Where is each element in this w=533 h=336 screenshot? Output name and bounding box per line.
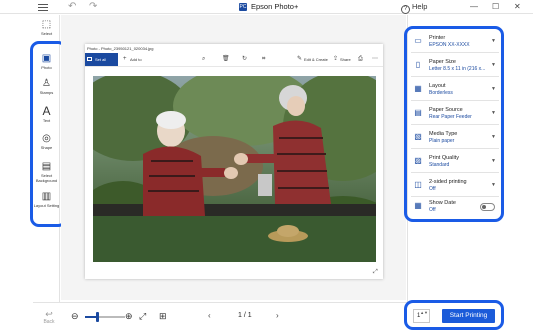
- photo-filename: Photo - Photo_23950121_020034.jpg: [87, 46, 154, 51]
- redo-icon[interactable]: ↷: [89, 0, 97, 14]
- delete-icon[interactable]: 🗑: [222, 53, 230, 66]
- previous-page-icon[interactable]: ‹: [208, 311, 211, 321]
- share-button[interactable]: Share: [340, 53, 351, 66]
- zoom-in-icon[interactable]: ⊕: [125, 311, 133, 321]
- zoom-slider-rest: [97, 316, 125, 318]
- help-icon: ?: [401, 5, 410, 14]
- edit-create-button[interactable]: Edit & Create: [304, 53, 328, 66]
- rotate-icon[interactable]: ↻: [242, 53, 247, 66]
- undo-icon[interactable]: ↶: [68, 0, 76, 14]
- tool-select[interactable]: ⬚ Select: [33, 19, 60, 36]
- next-page-icon[interactable]: ›: [276, 311, 279, 321]
- photos-icon: [87, 57, 92, 61]
- back-label: Back: [43, 319, 55, 325]
- grid-icon[interactable]: ⊞: [159, 311, 167, 321]
- minimize-button[interactable]: —: [470, 0, 478, 14]
- select-icon: ⬚: [41, 19, 52, 30]
- photo-toolbar: Set all photos + Add to ⌕ 🗑 ↻ ⌗ ✎ Edit &…: [85, 53, 383, 75]
- photo-picture: [93, 76, 376, 262]
- set-all-photos-label: Set all photos: [95, 57, 108, 75]
- set-all-photos-button[interactable]: Set all photos: [85, 53, 118, 75]
- help-button[interactable]: ? Help: [401, 0, 427, 14]
- paper-preview: Photo - Photo_23950121_020034.jpg Set al…: [85, 44, 383, 279]
- app-logo: PC: [239, 3, 247, 11]
- print-icon[interactable]: ⎙: [358, 53, 363, 66]
- share-icon[interactable]: ⇪: [333, 53, 338, 66]
- crop-icon[interactable]: ⌗: [262, 53, 265, 66]
- zoom-out-icon[interactable]: ⊖: [71, 311, 79, 321]
- fit-to-window-icon[interactable]: ⤢: [139, 311, 146, 321]
- title-bar: ↶ ↷ PC Epson Photo+ ? Help — ☐ ✕: [0, 0, 533, 14]
- maximize-button[interactable]: ☐: [492, 0, 499, 14]
- zoom-icon[interactable]: ⌕: [202, 53, 205, 66]
- zoom-slider[interactable]: [85, 312, 125, 322]
- right-panel-highlight: [404, 26, 504, 222]
- edit-icon[interactable]: ✎: [297, 53, 302, 66]
- hamburger-menu-icon[interactable]: [38, 2, 48, 12]
- close-button[interactable]: ✕: [514, 0, 521, 14]
- back-button[interactable]: ↩ Back: [41, 309, 57, 325]
- help-label: Help: [412, 2, 428, 11]
- app-title: Epson Photo+: [251, 2, 299, 11]
- tool-label: Select: [40, 31, 53, 36]
- page-indicator: 1 / 1: [238, 312, 252, 319]
- back-icon: ↩: [45, 309, 53, 319]
- add-icon[interactable]: +: [123, 53, 127, 66]
- print-area-highlight: [404, 300, 504, 330]
- more-icon[interactable]: ⋯: [372, 53, 378, 66]
- add-to-button[interactable]: Add to: [130, 53, 142, 66]
- expand-icon[interactable]: ⤢: [373, 269, 378, 276]
- photo-image[interactable]: [93, 76, 376, 262]
- zoom-slider-thumb[interactable]: [96, 312, 99, 322]
